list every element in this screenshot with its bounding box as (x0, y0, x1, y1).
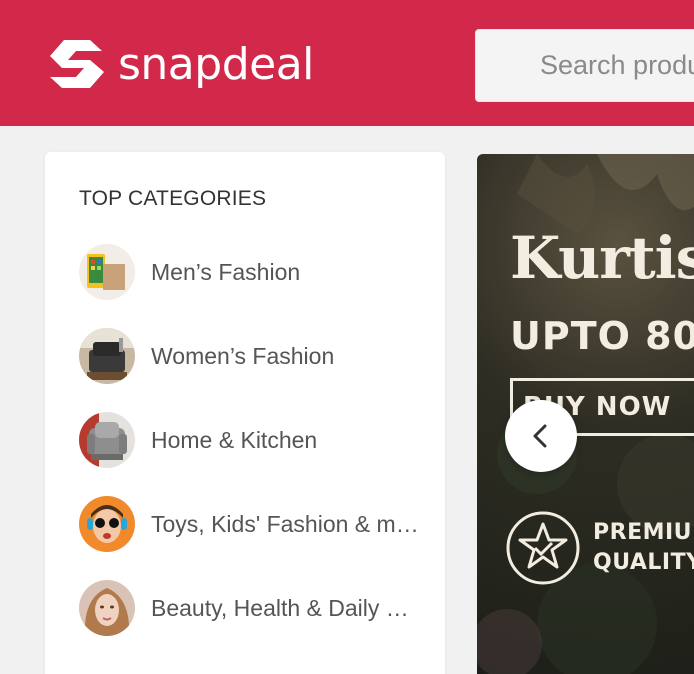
banner-subtitle: UPTO 80 (510, 314, 694, 358)
category-item-womens-fashion[interactable]: Women’s Fashion (79, 328, 419, 384)
category-label: Home & Kitchen (151, 426, 318, 453)
banner-title: Kurtis (510, 224, 694, 292)
category-label: Beauty, Health & Daily Needs (151, 594, 419, 621)
category-item-mens-fashion[interactable]: Men’s Fashion (79, 244, 419, 300)
home-kitchen-thumb-icon (79, 412, 135, 468)
premium-quality-text: PREMIUM QUALITY (593, 518, 694, 578)
category-label: Toys, Kids' Fashion & more (151, 510, 419, 537)
snapdeal-logo-icon (50, 40, 104, 88)
sidebar-title: TOP CATEGORIES (79, 187, 267, 210)
promo-banner[interactable]: Kurtis UPTO 80 BUY NOW PREMIUM QUALITY (477, 154, 694, 674)
category-label: Women’s Fashion (151, 342, 335, 369)
search-input[interactable] (476, 30, 694, 101)
top-categories-panel: TOP CATEGORIES Men’s Fashion Women’s Fas… (45, 152, 445, 674)
womens-fashion-thumb-icon (79, 328, 135, 384)
badge-line: QUALITY (593, 550, 694, 575)
category-item-beauty-health[interactable]: Beauty, Health & Daily Needs (79, 580, 419, 636)
top-header: snapdeal (0, 0, 694, 126)
category-item-home-kitchen[interactable]: Home & Kitchen (79, 412, 419, 468)
mens-fashion-thumb-icon (79, 244, 135, 300)
snapdeal-logo[interactable]: snapdeal (46, 34, 314, 94)
badge-line: PREMIUM (593, 520, 694, 545)
logo-text: snapdeal (118, 38, 314, 90)
beauty-health-thumb-icon (79, 580, 135, 636)
search-box[interactable] (475, 29, 694, 102)
category-item-toys-kids[interactable]: Toys, Kids' Fashion & more (79, 496, 419, 552)
chevron-left-icon (533, 424, 547, 448)
carousel-prev-button[interactable] (505, 400, 577, 472)
category-label: Men’s Fashion (151, 258, 301, 285)
toys-kids-thumb-icon (79, 496, 135, 552)
premium-quality-star-icon (506, 511, 580, 585)
